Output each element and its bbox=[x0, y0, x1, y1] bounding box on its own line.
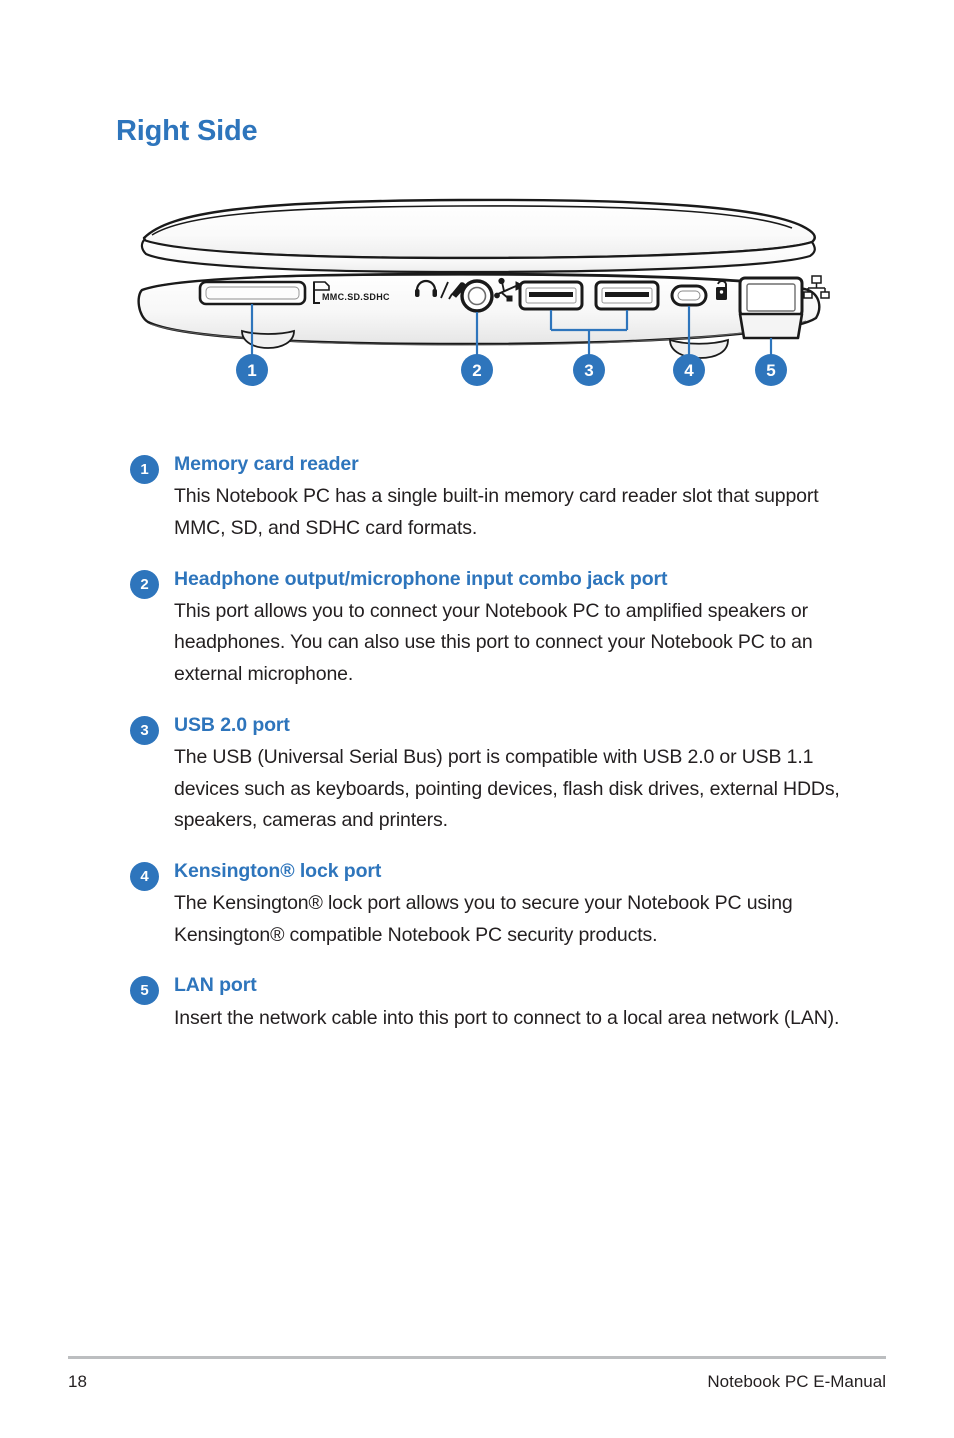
item-title-usb-port: USB 2.0 port bbox=[174, 713, 290, 736]
usb-port-2 bbox=[594, 280, 660, 311]
item-description-memory-card-reader: This Notebook PC has a single built-in m… bbox=[174, 485, 819, 539]
callout-number-5[interactable]: 5 bbox=[755, 354, 787, 386]
item-description-usb-port: The USB (Universal Serial Bus) port is c… bbox=[174, 746, 840, 832]
item-title-memory-card-reader: Memory card reader bbox=[174, 453, 359, 475]
item-title-lan-port: LAN port bbox=[174, 974, 257, 997]
list-item: 4 Kensington® lock port The Kensington® … bbox=[130, 859, 860, 952]
kensington-lock-slot bbox=[670, 284, 708, 307]
memory-card-slot bbox=[198, 280, 307, 306]
item-badge-1: 1 bbox=[130, 455, 159, 484]
item-badge-4: 4 bbox=[130, 861, 159, 891]
callout-number-1[interactable]: 1 bbox=[236, 354, 268, 386]
item-title-combo-jack-port: Headphone output/microphone input combo … bbox=[174, 567, 668, 590]
item-description-kensington-lock-port: The Kensington® lock port allows you to … bbox=[174, 892, 793, 946]
item-badge-2: 2 bbox=[130, 569, 159, 599]
document-page: Right Side MMC.SD.SDHC 1 2 3 4 5 1 Memor… bbox=[0, 0, 954, 1438]
footer-page-number: 18 bbox=[68, 1372, 87, 1391]
page-title: Right Side bbox=[116, 115, 258, 147]
list-item: 3 USB 2.0 port The USB (Universal Serial… bbox=[130, 713, 860, 837]
audio-combo-jack-port bbox=[460, 279, 494, 313]
footer-divider bbox=[68, 1356, 886, 1359]
callout-number-4[interactable]: 4 bbox=[673, 354, 705, 386]
memory-card-slot-label: MMC.SD.SDHC bbox=[322, 292, 390, 302]
item-description-lan-port: Insert the network cable into this port … bbox=[174, 1006, 840, 1029]
item-badge-3: 3 bbox=[130, 715, 159, 745]
list-item: 5 LAN port Insert the network cable into… bbox=[130, 973, 860, 1034]
item-description-combo-jack-port: This port allows you to connect your Not… bbox=[174, 599, 813, 686]
callout-number-2[interactable]: 2 bbox=[461, 354, 493, 386]
item-badge-5: 5 bbox=[130, 976, 159, 1006]
list-item: 1 Memory card reader This Notebook PC ha… bbox=[130, 452, 860, 545]
port-description-list: 1 Memory card reader This Notebook PC ha… bbox=[130, 452, 860, 1056]
item-title-kensington-lock-port: Kensington® lock port bbox=[174, 859, 382, 882]
callout-number-3[interactable]: 3 bbox=[573, 354, 605, 386]
lan-port bbox=[738, 276, 804, 340]
notebook-lid bbox=[140, 198, 816, 274]
footer-manual-title: Notebook PC E-Manual bbox=[707, 1372, 886, 1391]
list-item: 2 Headphone output/microphone input comb… bbox=[130, 567, 860, 691]
usb-port-1 bbox=[518, 280, 584, 311]
